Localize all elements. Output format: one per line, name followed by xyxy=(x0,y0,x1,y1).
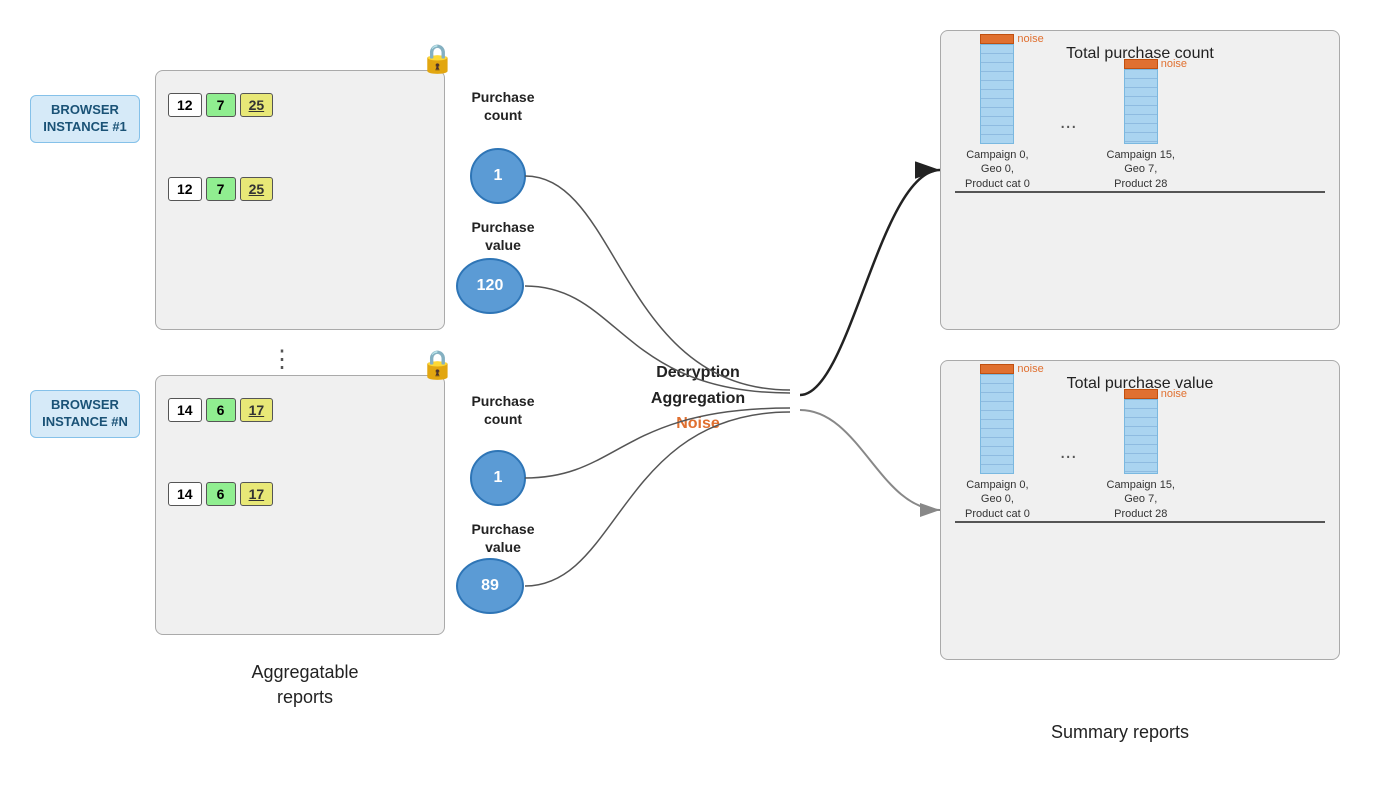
bar-noise-1-2: noise xyxy=(1124,59,1158,69)
noise-label-2-2: noise xyxy=(1161,388,1187,400)
cell-n-2-2: 6 xyxy=(206,482,236,506)
purchase-value-circle-n: 89 xyxy=(456,558,524,614)
cell-n-1-2: 6 xyxy=(206,398,236,422)
aggregatable-reports-label: Aggregatable reports xyxy=(160,660,450,710)
noise-label: Noise xyxy=(618,411,778,437)
summary-chart-1: Total purchase count noise Campaign 0,Ge… xyxy=(940,30,1340,330)
data-row-n-2: 14 6 17 xyxy=(168,482,432,506)
cell-n-1-3: 17 xyxy=(240,398,274,422)
noise-label-2-1: noise xyxy=(1017,363,1043,375)
data-row-n-1: 14 6 17 xyxy=(168,398,432,422)
bar-group-1-2: noise Campaign 15,Geo 7,Product 28 xyxy=(1107,59,1176,191)
report-box-1: 12 7 25 12 7 25 xyxy=(155,70,445,330)
purchase-count-circle-n: 1 xyxy=(470,450,526,506)
summary-reports-label: Summary reports xyxy=(980,720,1260,745)
bar-label-1-2: Campaign 15,Geo 7,Product 28 xyxy=(1107,148,1176,191)
bar-noise-2-1: noise xyxy=(980,364,1014,374)
bar-noise-2-2: noise xyxy=(1124,389,1158,399)
aggregation-label: Aggregation xyxy=(618,386,778,412)
bar-main-2-2 xyxy=(1124,399,1158,474)
summary-chart-2: Total purchase value noise Campaign 0,Ge… xyxy=(940,360,1340,660)
lock-icon-n: 🔒 xyxy=(420,348,455,381)
cell-1-1-3: 25 xyxy=(240,93,274,117)
middle-process-label: Decryption Aggregation Noise xyxy=(618,360,778,437)
decryption-label: Decryption xyxy=(618,360,778,386)
chart-dots-2: ... xyxy=(1060,441,1077,484)
purchase-count-label-1: Purchase count xyxy=(458,88,548,124)
bar-group-1-1: noise Campaign 0,Geo 0,Product cat 0 xyxy=(965,34,1030,191)
bar-main-2-1 xyxy=(980,374,1014,474)
cell-n-1-1: 14 xyxy=(168,398,202,422)
cell-n-2-1: 14 xyxy=(168,482,202,506)
cell-1-1-2: 7 xyxy=(206,93,236,117)
noise-label-1-2: noise xyxy=(1161,58,1187,70)
cell-1-1-1: 12 xyxy=(168,93,202,117)
cell-1-2-2: 7 xyxy=(206,177,236,201)
bar-group-2-1: noise Campaign 0,Geo 0,Product cat 0 xyxy=(965,364,1030,521)
lock-icon-1: 🔒 xyxy=(420,42,455,75)
diagram: BROWSER INSTANCE #1 BROWSER INSTANCE #N … xyxy=(0,0,1374,798)
ellipsis-between-boxes: ⋮ xyxy=(270,345,294,374)
report-box-n: 14 6 17 14 6 17 xyxy=(155,375,445,635)
data-row-1-1: 12 7 25 xyxy=(168,93,432,117)
bar-group-2-2: noise Campaign 15,Geo 7,Product 28 xyxy=(1107,389,1176,521)
chart-dots-1: ... xyxy=(1060,111,1077,154)
purchase-value-label-n: Purchase value xyxy=(458,520,548,556)
bar-label-1-1: Campaign 0,Geo 0,Product cat 0 xyxy=(965,148,1030,191)
bar-noise-1-1: noise xyxy=(980,34,1014,44)
bar-label-2-2: Campaign 15,Geo 7,Product 28 xyxy=(1107,478,1176,521)
cell-1-2-3: 25 xyxy=(240,177,274,201)
purchase-value-circle-1: 120 xyxy=(456,258,524,314)
bar-label-2-1: Campaign 0,Geo 0,Product cat 0 xyxy=(965,478,1030,521)
cell-n-2-3: 17 xyxy=(240,482,274,506)
purchase-count-label-n: Purchase count xyxy=(458,392,548,428)
purchase-count-circle-1: 1 xyxy=(470,148,526,204)
cell-1-2-1: 12 xyxy=(168,177,202,201)
bar-main-1-1 xyxy=(980,44,1014,144)
chart-area-2: noise Campaign 0,Geo 0,Product cat 0 ...… xyxy=(955,403,1325,523)
browser-instance-1-label: BROWSER INSTANCE #1 xyxy=(30,95,140,143)
noise-label-1-1: noise xyxy=(1017,33,1043,45)
data-row-1-2: 12 7 25 xyxy=(168,177,432,201)
purchase-value-label-1: Purchase value xyxy=(458,218,548,254)
bar-main-1-2 xyxy=(1124,69,1158,144)
browser-instance-n-label: BROWSER INSTANCE #N xyxy=(30,390,140,438)
chart-area-1: noise Campaign 0,Geo 0,Product cat 0 ...… xyxy=(955,73,1325,193)
